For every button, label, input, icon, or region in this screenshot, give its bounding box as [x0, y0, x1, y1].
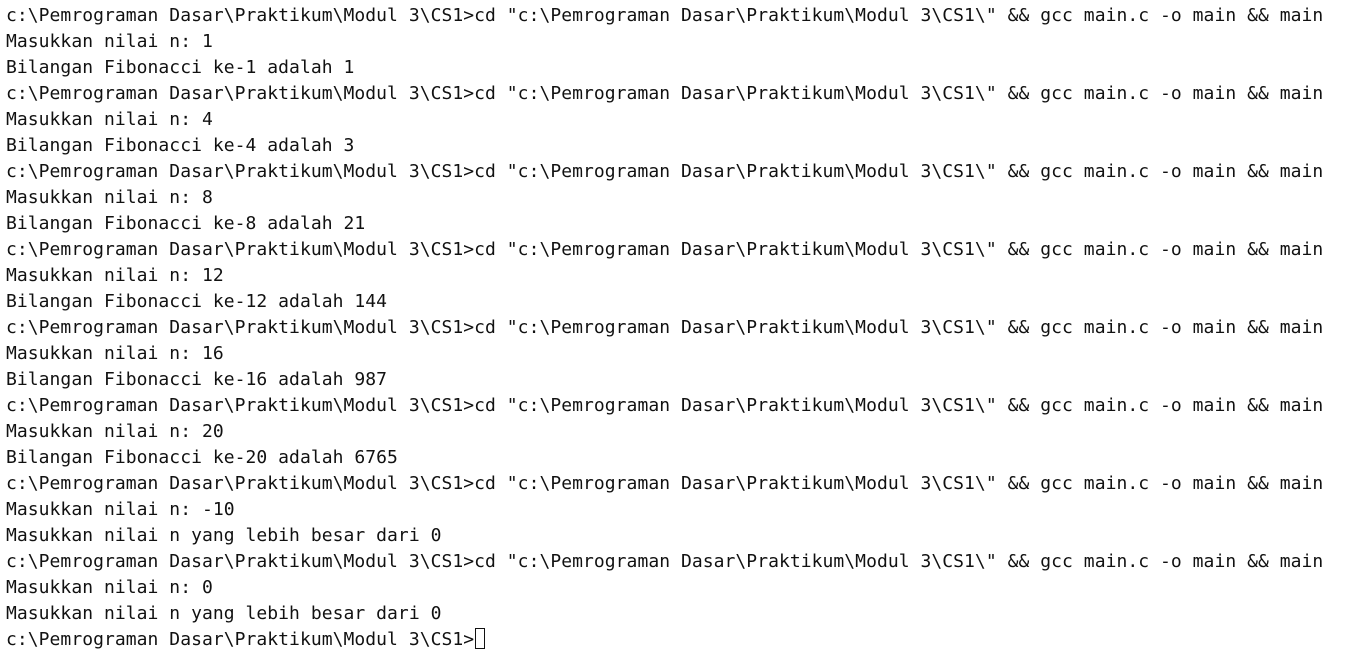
terminal-line: Masukkan nilai n: 8	[6, 187, 213, 208]
terminal-line: c:\Pemrograman Dasar\Praktikum\Modul 3\C…	[6, 161, 1324, 182]
terminal-line: Bilangan Fibonacci ke-16 adalah 987	[6, 369, 388, 390]
terminal-input-line[interactable]: c:\Pemrograman Dasar\Praktikum\Modul 3\C…	[6, 627, 1350, 653]
terminal-line: Masukkan nilai n yang lebih besar dari 0	[6, 603, 442, 624]
terminal-line: Masukkan nilai n: 20	[6, 421, 224, 442]
terminal-output[interactable]: c:\Pemrograman Dasar\Praktikum\Modul 3\C…	[0, 0, 1350, 654]
terminal-line: Masukkan nilai n yang lebih besar dari 0	[6, 525, 442, 546]
terminal-line: Bilangan Fibonacci ke-8 adalah 21	[6, 213, 366, 234]
terminal-line: Masukkan nilai n: 16	[6, 343, 224, 364]
terminal-line: c:\Pemrograman Dasar\Praktikum\Modul 3\C…	[6, 473, 1324, 494]
terminal-line: Masukkan nilai n: 12	[6, 265, 224, 286]
terminal-line: Masukkan nilai n: -10	[6, 499, 235, 520]
terminal-line: Masukkan nilai n: 4	[6, 109, 213, 130]
terminal-line: Bilangan Fibonacci ke-1 adalah 1	[6, 57, 355, 78]
terminal-line: Masukkan nilai n: 0	[6, 577, 213, 598]
terminal-prompt: c:\Pemrograman Dasar\Praktikum\Modul 3\C…	[6, 629, 475, 650]
terminal-line: c:\Pemrograman Dasar\Praktikum\Modul 3\C…	[6, 83, 1324, 104]
terminal-line: c:\Pemrograman Dasar\Praktikum\Modul 3\C…	[6, 317, 1324, 338]
terminal-line: c:\Pemrograman Dasar\Praktikum\Modul 3\C…	[6, 551, 1324, 572]
terminal-line: c:\Pemrograman Dasar\Praktikum\Modul 3\C…	[6, 5, 1324, 26]
terminal-line: Bilangan Fibonacci ke-12 adalah 144	[6, 291, 388, 312]
terminal-line: Bilangan Fibonacci ke-20 adalah 6765	[6, 447, 398, 468]
block-cursor-icon	[475, 628, 486, 649]
terminal-line: c:\Pemrograman Dasar\Praktikum\Modul 3\C…	[6, 239, 1324, 260]
terminal-line: Masukkan nilai n: 1	[6, 31, 213, 52]
terminal-line: c:\Pemrograman Dasar\Praktikum\Modul 3\C…	[6, 395, 1324, 416]
terminal-line: Bilangan Fibonacci ke-4 adalah 3	[6, 135, 355, 156]
